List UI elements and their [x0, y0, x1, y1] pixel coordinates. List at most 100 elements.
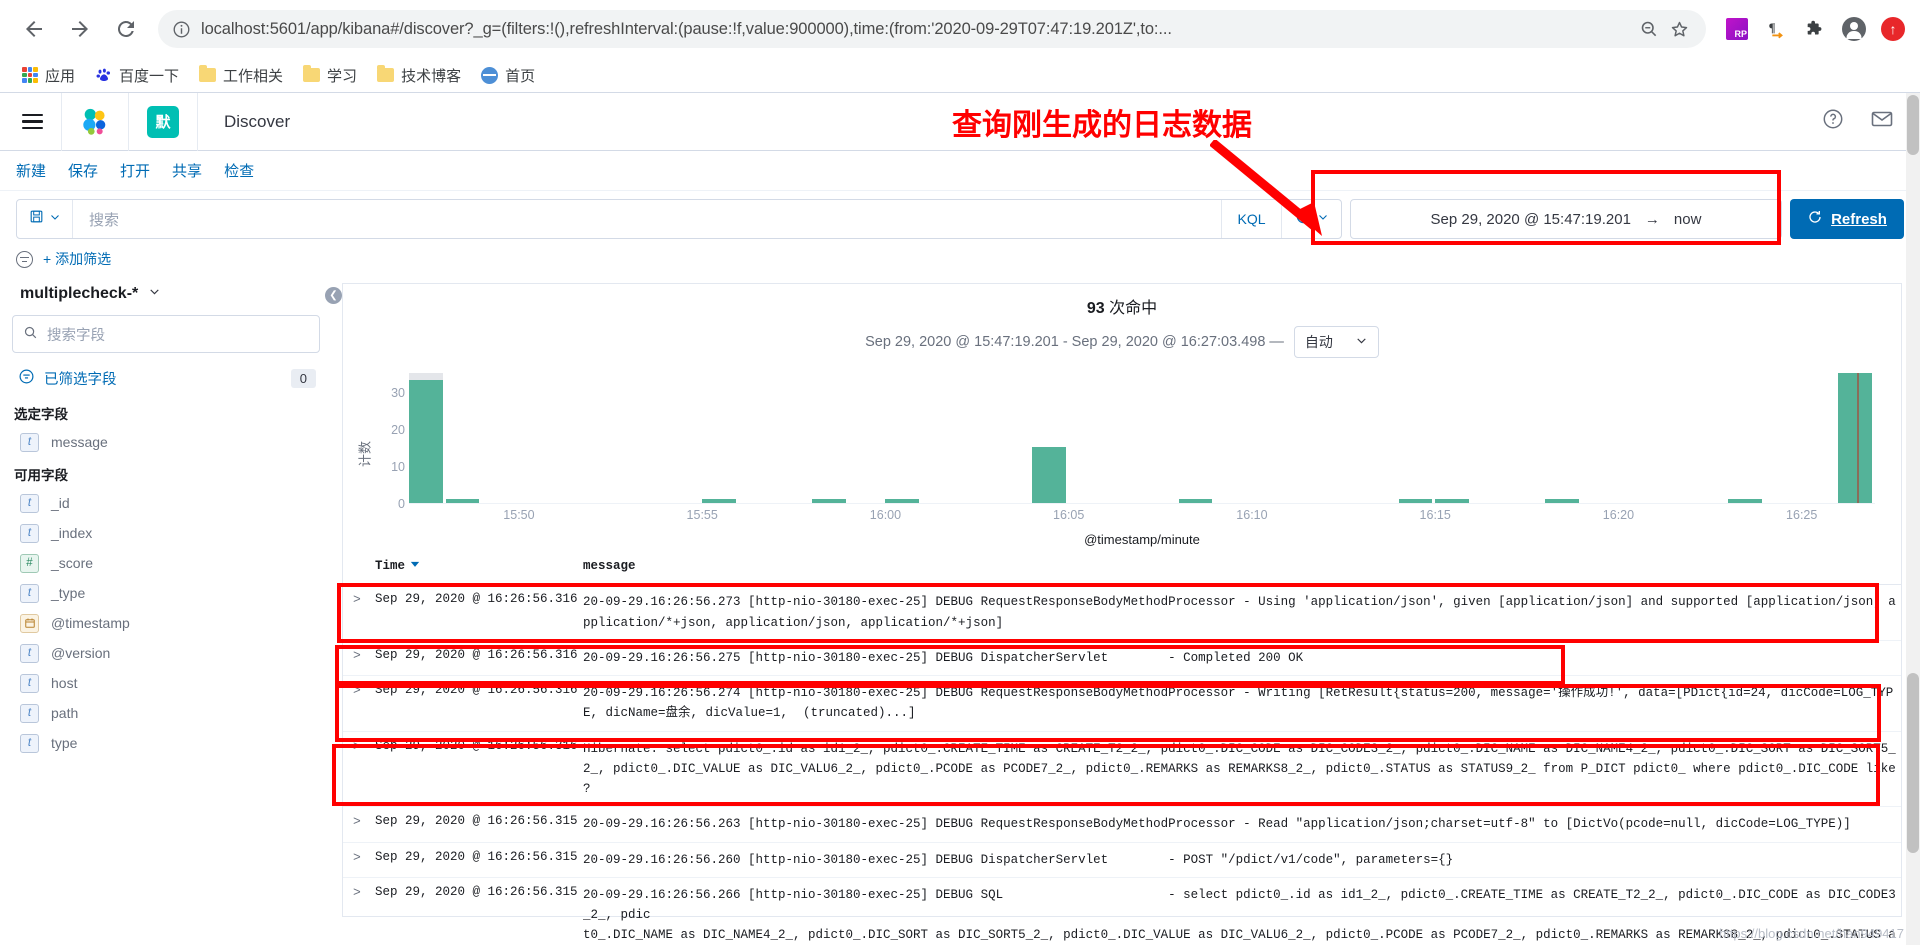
- chart-bar[interactable]: [1178, 499, 1213, 503]
- table-row[interactable]: > Sep 29, 2020 @ 16:26:56.315 20-09-29.16:…: [343, 807, 1901, 843]
- field-type-string-icon: t: [20, 673, 39, 693]
- field-search-input[interactable]: 搜索字段: [12, 315, 320, 353]
- add-filter-button[interactable]: + 添加筛选: [43, 249, 111, 269]
- action-open[interactable]: 打开: [120, 160, 150, 181]
- pilcrow-extension-icon[interactable]: ¶: [1763, 16, 1789, 42]
- sidebar-field-path[interactable]: t path: [12, 698, 320, 728]
- expand-row-icon[interactable]: >: [343, 885, 375, 900]
- sidebar-field-timestamp[interactable]: @timestamp: [12, 608, 320, 638]
- sidebar-field-type[interactable]: t type: [12, 728, 320, 758]
- action-new[interactable]: 新建: [16, 160, 46, 181]
- sidebar-field-_type[interactable]: t _type: [12, 578, 320, 608]
- search-input[interactable]: 搜索: [73, 200, 1221, 238]
- chevron-down-icon: [49, 210, 61, 228]
- chart-bar[interactable]: [1032, 447, 1066, 503]
- sidebar-field-_id[interactable]: t _id: [12, 488, 320, 518]
- bookmark-study[interactable]: 学习: [297, 61, 367, 90]
- field-type-number-icon: #: [20, 553, 39, 573]
- chart-bar[interactable]: [1545, 499, 1579, 503]
- update-browser-icon[interactable]: ↑: [1880, 16, 1906, 42]
- zoom-out-icon[interactable]: [1634, 19, 1664, 39]
- table-row[interactable]: > Sep 29, 2020 @ 16:26:56.315 20-09-29.16:…: [343, 878, 1901, 945]
- filtered-fields-toggle[interactable]: 已筛选字段 0: [12, 361, 320, 396]
- sort-desc-icon[interactable]: [410, 559, 420, 573]
- mail-icon[interactable]: [1870, 107, 1894, 136]
- bookmark-home[interactable]: 首页: [475, 61, 545, 90]
- table-row[interactable]: > Sep 29, 2020 @ 16:26:56.315 20-09-29.16:…: [343, 843, 1901, 878]
- forward-arrow-icon[interactable]: [60, 9, 100, 49]
- scrollbar-thumb[interactable]: [1907, 95, 1919, 155]
- field-name: message: [51, 434, 108, 450]
- back-arrow-icon[interactable]: [14, 9, 54, 49]
- row-message: Hibernate: select pdict0_.id as id1_2_, …: [583, 741, 1896, 797]
- chart-x-tick: 16:05: [1053, 508, 1085, 522]
- page-info-icon[interactable]: [172, 20, 191, 39]
- interval-selector[interactable]: 自动: [1293, 326, 1379, 358]
- expand-row-icon[interactable]: >: [343, 648, 375, 663]
- index-pattern-selector[interactable]: multiplecheck-*: [12, 277, 320, 315]
- chart-bar[interactable]: [812, 499, 846, 503]
- expand-row-icon[interactable]: >: [343, 739, 375, 754]
- bookmark-label: 首页: [505, 67, 536, 85]
- elastic-logo-button[interactable]: [62, 92, 129, 151]
- address-bar[interactable]: localhost:5601/app/kibana#/discover?_g=(…: [158, 10, 1706, 48]
- table-row[interactable]: > Sep 29, 2020 @ 16:26:56.316 20-09-29.16:…: [343, 585, 1901, 641]
- document-table: Time message > Sep 29, 2020 @ 16:26:56.31…: [343, 556, 1901, 945]
- bookmark-work[interactable]: 工作相关: [193, 61, 293, 90]
- saved-query-button[interactable]: [17, 200, 73, 238]
- action-share[interactable]: 共享: [172, 160, 202, 181]
- action-inspect[interactable]: 检查: [224, 160, 254, 181]
- sidebar-field-message[interactable]: t message: [12, 427, 320, 457]
- expand-row-icon[interactable]: >: [343, 850, 375, 865]
- star-icon[interactable]: [1664, 19, 1694, 40]
- expand-row-icon[interactable]: >: [343, 683, 375, 698]
- url-text[interactable]: localhost:5601/app/kibana#/discover?_g=(…: [201, 20, 1634, 39]
- time-range-end[interactable]: now: [1674, 211, 1702, 228]
- time-column-header[interactable]: Time: [375, 556, 583, 576]
- reload-icon[interactable]: [106, 9, 146, 49]
- rp-badge: RP: [1726, 18, 1748, 40]
- chart-bar[interactable]: [1435, 499, 1469, 503]
- chart-bar[interactable]: [445, 499, 480, 503]
- expand-row-icon[interactable]: >: [343, 814, 375, 829]
- space-switcher-button[interactable]: 默: [129, 92, 198, 151]
- action-save[interactable]: 保存: [68, 160, 98, 181]
- hamburger-menu-button[interactable]: [4, 92, 62, 151]
- chart-bar[interactable]: [409, 380, 443, 503]
- message-column-header[interactable]: message: [583, 556, 1901, 576]
- page-scrollbar[interactable]: [1906, 93, 1920, 945]
- chart-bar[interactable]: [1728, 499, 1763, 503]
- sidebar-field-host[interactable]: t host: [12, 668, 320, 698]
- histogram-chart[interactable]: 计数 0 10 20 30 15:50 15:55 16:00 16:05 16:10 16:1…: [343, 373, 1875, 547]
- rp-extension-icon[interactable]: RP: [1724, 16, 1750, 42]
- refresh-button[interactable]: Refresh: [1790, 199, 1904, 239]
- chart-plot-area[interactable]: [409, 373, 1875, 504]
- profile-avatar-icon[interactable]: [1841, 16, 1867, 42]
- puzzle-extensions-icon[interactable]: [1802, 16, 1828, 42]
- chart-y-tick: 10: [391, 459, 405, 474]
- bookmark-techblog[interactable]: 技术博客: [371, 61, 471, 90]
- bookmark-baidu[interactable]: 百度一下: [89, 61, 189, 90]
- field-search-placeholder[interactable]: 搜索字段: [47, 324, 105, 345]
- chart-bar[interactable]: [1838, 373, 1873, 503]
- time-range-picker[interactable]: Sep 29, 2020 @ 15:47:19.201 → now: [1350, 199, 1782, 239]
- table-row[interactable]: > Sep 29, 2020 @ 16:26:56.316 Hibernate: s…: [343, 732, 1901, 808]
- query-input-group[interactable]: 搜索 KQL: [16, 199, 1342, 239]
- scrollbar-thumb-inner[interactable]: [1907, 673, 1919, 853]
- help-icon[interactable]: [1822, 108, 1844, 135]
- row-time: Sep 29, 2020 @ 16:26:56.316: [375, 738, 578, 753]
- table-row[interactable]: > Sep 29, 2020 @ 16:26:56.316 20-09-29.16:…: [343, 676, 1901, 732]
- chart-bar[interactable]: [885, 499, 920, 503]
- time-range-start[interactable]: Sep 29, 2020 @ 15:47:19.201: [1431, 211, 1631, 228]
- expand-row-icon[interactable]: >: [343, 592, 375, 607]
- bookmark-apps[interactable]: 应用: [16, 61, 85, 90]
- sidebar-field-_index[interactable]: t _index: [12, 518, 320, 548]
- discover-action-bar: 新建 保存 打开 共享 检查: [0, 151, 1920, 191]
- chart-bar[interactable]: [702, 499, 736, 503]
- collapse-sidebar-icon[interactable]: ❮: [325, 287, 342, 304]
- filter-icon[interactable]: [16, 250, 33, 268]
- table-row[interactable]: > Sep 29, 2020 @ 16:26:56.316 20-09-29.16:…: [343, 641, 1901, 676]
- sidebar-field-version[interactable]: t @version: [12, 638, 320, 668]
- sidebar-field-_score[interactable]: # _score: [12, 548, 320, 578]
- chart-bar[interactable]: [1398, 499, 1433, 503]
